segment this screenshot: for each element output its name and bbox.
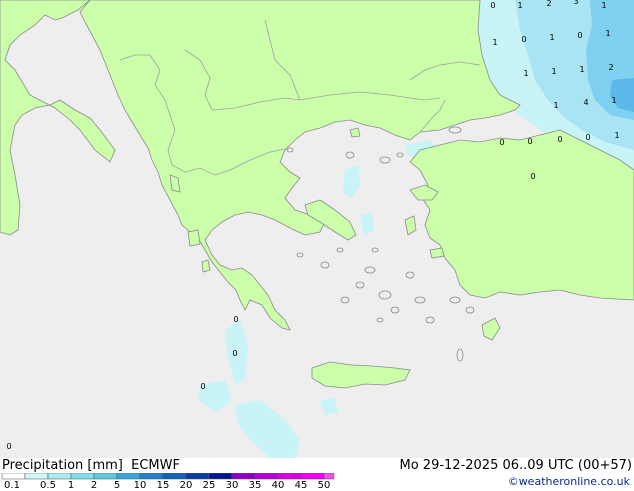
precip-value: 0 — [6, 442, 11, 451]
precip-value: 0 — [233, 315, 238, 324]
legend-swatch — [208, 473, 233, 480]
precipitation-map: 0 1 2 3 1 1 0 1 0 1 1 1 1 2 1 4 1 0 0 0 … — [0, 0, 634, 458]
land-thasos — [349, 127, 361, 138]
legend-swatch — [254, 473, 279, 480]
land-samos — [429, 247, 445, 259]
precip-value: 0 — [490, 1, 495, 10]
map-title: Precipitation [mm] ECMWF — [2, 458, 180, 473]
precip-value: 1 — [614, 131, 619, 140]
precip-value: 0 — [200, 382, 205, 391]
precip-value: 1 — [553, 101, 558, 110]
precip-value: 1 — [517, 1, 522, 10]
precip-value: 0 — [530, 172, 535, 181]
precip-value: 0 — [232, 349, 237, 358]
precip-value: 0 — [499, 138, 504, 147]
legend-swatch — [162, 473, 187, 480]
legend-swatch — [24, 473, 49, 480]
precip-value: 1 — [601, 1, 606, 10]
legend-swatch — [139, 473, 164, 480]
precip-value: 1 — [549, 33, 554, 42]
precip-value: 0 — [527, 137, 532, 146]
legend-swatch — [116, 473, 141, 480]
precip-value: 1 — [551, 67, 556, 76]
precip-value: 2 — [546, 0, 551, 8]
legend-swatch — [70, 473, 95, 480]
forecast-datetime: Mo 29-12-2025 06..09 UTC (00+57) — [399, 458, 633, 473]
precip-value: 1 — [492, 38, 497, 47]
legend-swatch — [93, 473, 118, 480]
precip-value: 0 — [557, 135, 562, 144]
precip-value: 1 — [611, 96, 616, 105]
legend-swatch — [231, 473, 256, 480]
legend-swatch — [185, 473, 210, 480]
precip-value: 1 — [579, 65, 584, 74]
precip-value: 2 — [608, 63, 613, 72]
precip-value: 3 — [573, 0, 578, 6]
precip-value: 4 — [583, 98, 588, 107]
precip-value: 0 — [585, 133, 590, 142]
precip-value: 1 — [523, 69, 528, 78]
precip-value: 1 — [605, 29, 610, 38]
legend-swatch — [1, 473, 26, 480]
legend-swatch — [47, 473, 72, 480]
legend-swatch — [300, 473, 325, 480]
land-kefalonia — [187, 229, 201, 247]
legend-swatch — [323, 473, 335, 480]
legend-swatch — [277, 473, 302, 480]
precip-value: 0 — [577, 31, 582, 40]
precip-value: 0 — [521, 35, 526, 44]
